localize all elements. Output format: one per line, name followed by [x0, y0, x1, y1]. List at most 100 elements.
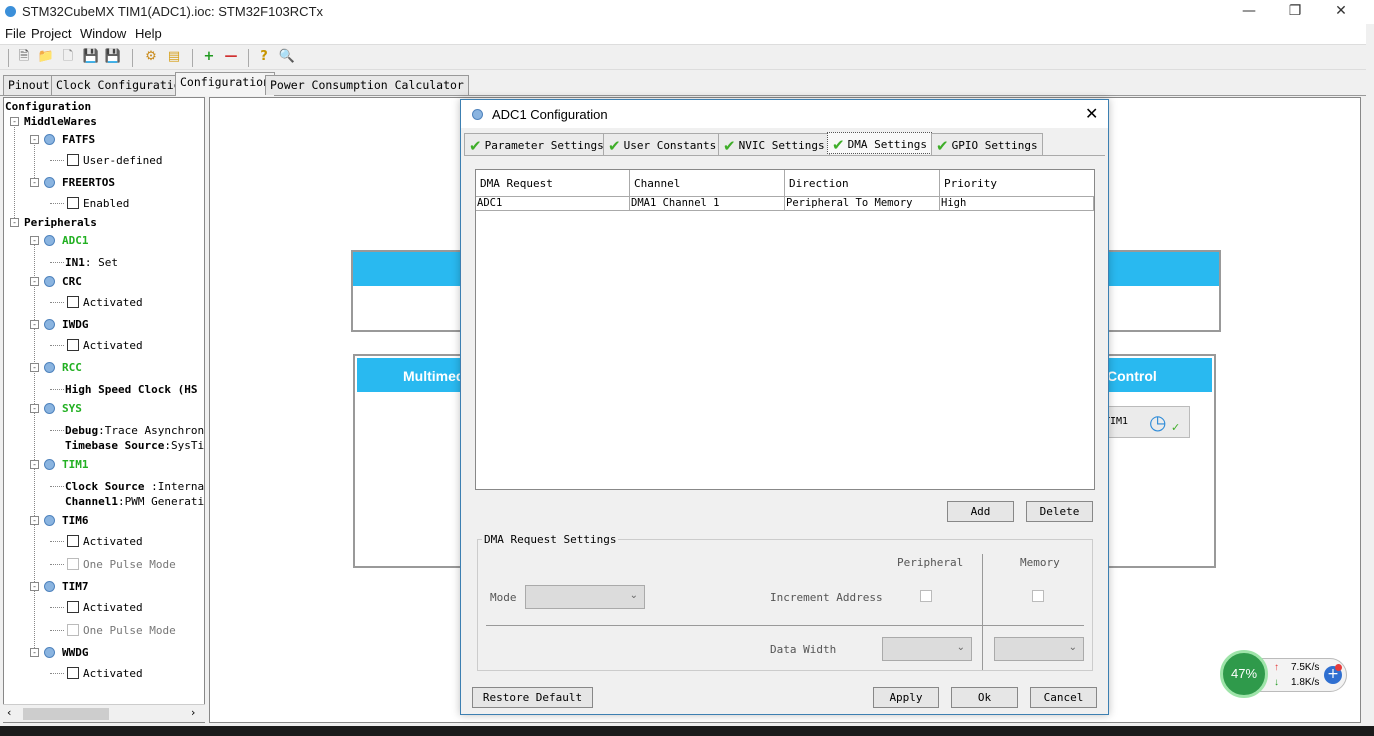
checkmark-icon: ✔: [832, 136, 845, 154]
tab-clock-configuration[interactable]: Clock Configuration: [51, 75, 193, 95]
generate-report-icon[interactable]: ⚙: [142, 48, 160, 66]
column-header-priority[interactable]: Priority: [940, 170, 1094, 197]
tree-tim7[interactable]: TIM7: [62, 580, 89, 593]
restore-button[interactable]: ❐: [1272, 0, 1318, 24]
iwdg-activated-checkbox[interactable]: [67, 339, 79, 351]
tree-rcc[interactable]: RCC: [62, 361, 82, 374]
tab-nvic-settings[interactable]: ✔ NVIC Settings: [718, 133, 830, 155]
collapse-icon[interactable]: -: [30, 516, 39, 525]
tab-configuration[interactable]: Configuration: [175, 72, 276, 96]
tab-power-consumption[interactable]: Power Consumption Calculator: [265, 75, 469, 95]
collapse-icon[interactable]: -: [10, 218, 19, 227]
collapse-icon[interactable]: -: [30, 648, 39, 657]
tree-fatfs[interactable]: FATFS: [62, 133, 95, 146]
tab-gpio-settings[interactable]: ✔ GPIO Settings: [931, 133, 1043, 155]
peripheral-data-width-select[interactable]: ⌄: [882, 637, 972, 661]
save-icon[interactable]: 💾: [82, 48, 100, 66]
peripheral-increment-checkbox[interactable]: [920, 590, 932, 602]
fatfs-option-label: User-defined: [83, 154, 163, 167]
tree-adc1[interactable]: ADC1: [62, 234, 89, 247]
tim7-activated-checkbox[interactable]: [67, 601, 79, 613]
tim6-activated-checkbox[interactable]: [67, 535, 79, 547]
scroll-right-icon[interactable]: ›: [191, 706, 195, 719]
tree-sys[interactable]: SYS: [62, 402, 82, 415]
collapse-icon[interactable]: -: [30, 460, 39, 469]
memory-increment-checkbox[interactable]: [1032, 590, 1044, 602]
tim1-channel1-label: Channel1:PWM Generatic: [65, 495, 205, 508]
collapse-icon[interactable]: -: [30, 277, 39, 286]
ok-button[interactable]: Ok: [951, 687, 1018, 708]
wwdg-activated-checkbox[interactable]: [67, 667, 79, 679]
help-icon[interactable]: ?: [255, 48, 273, 66]
restore-default-button[interactable]: Restore Default: [472, 687, 593, 708]
tab-pinout[interactable]: Pinout: [3, 75, 55, 95]
chevron-down-icon: ⌄: [629, 590, 638, 601]
fatfs-user-defined-checkbox[interactable]: [67, 154, 79, 166]
collapse-icon[interactable]: -: [30, 236, 39, 245]
memory-data-width-select[interactable]: ⌄: [994, 637, 1084, 661]
freertos-option-label: Enabled: [83, 197, 130, 210]
tree-tim1[interactable]: TIM1: [62, 458, 89, 471]
tree-tim6[interactable]: TIM6: [62, 514, 89, 527]
tree-crc[interactable]: CRC: [62, 275, 82, 288]
close-project-icon[interactable]: 🗋: [59, 48, 77, 66]
close-icon[interactable]: ✕: [1085, 104, 1098, 123]
minimize-button[interactable]: —: [1226, 0, 1272, 24]
tree-iwdg[interactable]: IWDG: [62, 318, 89, 331]
zoom-out-icon[interactable]: —: [222, 48, 240, 66]
gear-icon: [44, 235, 55, 246]
tim1-config-button[interactable]: TIM1 ◷ ✓: [1100, 406, 1190, 438]
tree-freertos[interactable]: FREERTOS: [62, 176, 115, 189]
generate-code-icon[interactable]: ▤: [165, 48, 183, 66]
scroll-thumb[interactable]: [23, 708, 109, 720]
crc-activated-checkbox[interactable]: [67, 296, 79, 308]
table-cell-channel[interactable]: DMA1 Channel 1: [630, 197, 785, 211]
menu-help[interactable]: Help: [135, 26, 162, 41]
tim7-activated-label: Activated: [83, 601, 143, 614]
collapse-icon[interactable]: -: [30, 363, 39, 372]
adc1-configuration-dialog: ADC1 Configuration ✕ ✔ Parameter Settings…: [460, 99, 1109, 715]
add-button[interactable]: Add: [947, 501, 1014, 522]
column-header-channel[interactable]: Channel: [630, 170, 785, 197]
freertos-enabled-checkbox[interactable]: [67, 197, 79, 209]
close-window-button[interactable]: ✕: [1318, 0, 1364, 24]
collapse-icon[interactable]: -: [30, 404, 39, 413]
tree-horizontal-scrollbar[interactable]: ‹ ›: [3, 704, 205, 722]
gear-icon: [44, 515, 55, 526]
menu-file[interactable]: File: [5, 26, 26, 41]
tab-dma-settings[interactable]: ✔ DMA Settings: [827, 132, 933, 154]
tree-peripherals[interactable]: Peripherals: [24, 216, 97, 229]
zoom-in-icon[interactable]: +: [200, 48, 218, 66]
network-monitor-widget[interactable]: 47% ↑ 7.5K/s ↓ 1.8K/s +: [1220, 650, 1348, 698]
tim7-one-pulse-label: One Pulse Mode: [83, 624, 176, 637]
mode-select[interactable]: ⌄: [525, 585, 645, 609]
table-cell-direction[interactable]: Peripheral To Memory: [785, 197, 940, 211]
open-folder-icon[interactable]: 📁: [37, 48, 55, 66]
collapse-icon[interactable]: -: [10, 117, 19, 126]
tim1-clock-source-label: Clock Source :Interna: [65, 480, 205, 493]
table-cell-dma-request[interactable]: ADC1: [476, 197, 630, 211]
new-project-icon[interactable]: 🗎: [15, 48, 33, 66]
collapse-icon[interactable]: -: [30, 178, 39, 187]
menu-window[interactable]: Window: [80, 26, 126, 41]
collapse-icon[interactable]: -: [30, 582, 39, 591]
tim6-one-pulse-checkbox[interactable]: [67, 558, 79, 570]
apply-button[interactable]: Apply: [873, 687, 939, 708]
table-cell-priority[interactable]: High: [940, 197, 1094, 211]
delete-button[interactable]: Delete: [1026, 501, 1093, 522]
cancel-button[interactable]: Cancel: [1030, 687, 1097, 708]
tim7-one-pulse-checkbox[interactable]: [67, 624, 79, 636]
column-header-direction[interactable]: Direction: [785, 170, 940, 197]
column-header-dma-request[interactable]: DMA Request: [476, 170, 630, 197]
tab-parameter-settings[interactable]: ✔ Parameter Settings: [464, 133, 609, 155]
scroll-left-icon[interactable]: ‹: [7, 706, 11, 719]
menu-project[interactable]: Project: [31, 26, 71, 41]
tab-user-constants[interactable]: ✔ User Constants: [603, 133, 722, 155]
save-as-icon[interactable]: 💾: [104, 48, 122, 66]
search-icon[interactable]: 🔍: [278, 48, 296, 66]
tree-middlewares[interactable]: MiddleWares: [24, 115, 97, 128]
tree-root[interactable]: Configuration: [5, 100, 91, 113]
collapse-icon[interactable]: -: [30, 135, 39, 144]
tree-wwdg[interactable]: WWDG: [62, 646, 89, 659]
collapse-icon[interactable]: -: [30, 320, 39, 329]
